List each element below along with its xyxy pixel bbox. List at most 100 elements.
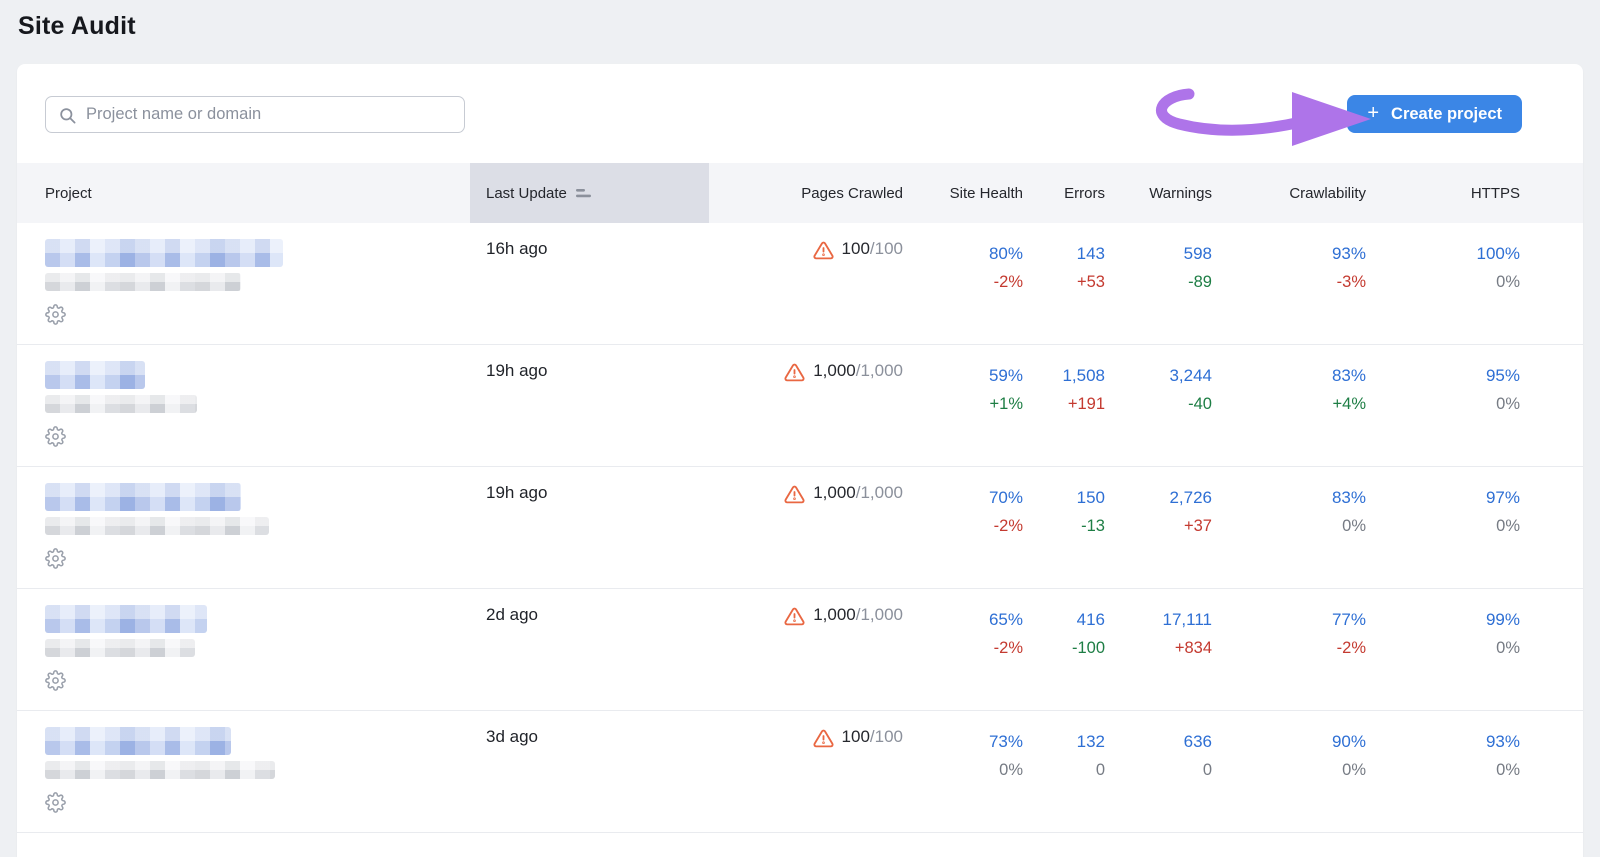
project-name-redacted[interactable] (45, 483, 241, 511)
site-health-value-link[interactable]: 80% (989, 239, 1023, 268)
column-header-warnings[interactable]: Warnings (1105, 163, 1212, 223)
crawlability-value-link[interactable]: 83% (1332, 483, 1366, 512)
https-delta: 0% (1496, 761, 1520, 779)
table-row: 3d ago 100/100 73% 0% 132 0 636 0 90% 0%… (17, 711, 1583, 833)
project-cell (17, 467, 470, 588)
warning-triangle-icon (813, 728, 834, 749)
crawlability-value-link[interactable]: 90% (1332, 727, 1366, 756)
project-settings-gear-icon[interactable] (45, 426, 66, 447)
project-name-redacted[interactable] (45, 239, 283, 267)
https-value-link[interactable]: 95% (1486, 361, 1520, 390)
pages-crawled-total: /1,000 (855, 605, 903, 624)
site-health-value-link[interactable]: 59% (989, 361, 1023, 390)
site-health-value-link[interactable]: 73% (989, 727, 1023, 756)
https-value-link[interactable]: 97% (1486, 483, 1520, 512)
warnings-value-link[interactable]: 3,244 (1169, 361, 1212, 390)
https-value-link[interactable]: 99% (1486, 605, 1520, 634)
site-health-cell: 73% 0% (903, 711, 1023, 832)
warning-triangle-icon (784, 362, 805, 383)
pages-crawled-value: 1,000 (813, 483, 856, 502)
crawlability-delta: -2% (1336, 639, 1366, 657)
https-delta: 0% (1496, 395, 1520, 413)
warnings-cell: 2,726 +37 (1105, 467, 1212, 588)
crawlability-cell: 93% -3% (1212, 223, 1366, 344)
errors-value-link[interactable]: 132 (1077, 727, 1105, 756)
https-value-link[interactable]: 100% (1477, 239, 1520, 268)
project-domain-redacted (45, 639, 195, 657)
table-row: 2d ago 1,000/1,000 65% -2% 416 -100 17,1… (17, 589, 1583, 711)
pages-crawled-total: /100 (869, 239, 903, 258)
warnings-value-link[interactable]: 17,111 (1163, 605, 1212, 634)
sort-icon (575, 189, 591, 198)
column-header-https[interactable]: HTTPS (1366, 163, 1520, 223)
crawlability-cell: 83% +4% (1212, 345, 1366, 466)
warning-triangle-icon (784, 606, 805, 627)
last-update-cell: 2d ago (470, 589, 709, 710)
errors-value-link[interactable]: 143 (1077, 239, 1105, 268)
column-header-last-update[interactable]: Last Update (470, 163, 709, 223)
project-settings-gear-icon[interactable] (45, 304, 66, 325)
project-domain-redacted (45, 517, 269, 535)
warnings-value-link[interactable]: 2,726 (1169, 483, 1212, 512)
errors-delta: -13 (1081, 517, 1105, 535)
site-health-cell: 80% -2% (903, 223, 1023, 344)
https-value-link[interactable]: 93% (1486, 727, 1520, 756)
crawlability-value-link[interactable]: 83% (1332, 361, 1366, 390)
toolbar: + Create project (17, 64, 1583, 163)
pages-crawled-total: /100 (869, 727, 903, 746)
pages-crawled-value: 1,000 (813, 605, 856, 624)
warnings-delta: -89 (1188, 273, 1212, 291)
pages-crawled-cell: 1,000/1,000 (709, 467, 903, 588)
crawlability-value-link[interactable]: 93% (1332, 239, 1366, 268)
project-name-redacted[interactable] (45, 605, 207, 633)
site-health-delta: +1% (989, 395, 1023, 413)
project-name-redacted[interactable] (45, 727, 231, 755)
warnings-value-link[interactable]: 598 (1184, 239, 1212, 268)
site-health-delta: -2% (993, 639, 1023, 657)
table-row: 19h ago 1,000/1,000 59% +1% 1,508 +191 3… (17, 345, 1583, 467)
search-input[interactable] (46, 97, 464, 132)
errors-cell: 416 -100 (1023, 589, 1105, 710)
site-health-value-link[interactable]: 70% (989, 483, 1023, 512)
https-cell: 93% 0% (1366, 711, 1520, 832)
errors-delta: +191 (1067, 395, 1105, 413)
warning-triangle-icon (813, 240, 834, 261)
crawlability-delta: 0% (1342, 517, 1366, 535)
project-cell (17, 345, 470, 466)
pages-crawled-value: 100 (841, 727, 870, 746)
project-settings-gear-icon[interactable] (45, 670, 66, 691)
pages-crawled-cell: 1,000/1,000 (709, 589, 903, 710)
table-header: Project Last Update Pages Crawled Site H… (17, 163, 1583, 223)
https-cell: 100% 0% (1366, 223, 1520, 344)
project-settings-gear-icon[interactable] (45, 792, 66, 813)
last-update-cell: 19h ago (470, 467, 709, 588)
errors-value-link[interactable]: 416 (1077, 605, 1105, 634)
create-project-button[interactable]: + Create project (1347, 95, 1522, 133)
project-name-redacted[interactable] (45, 361, 145, 389)
errors-value-link[interactable]: 150 (1077, 483, 1105, 512)
warning-triangle-icon (784, 484, 805, 505)
pages-crawled-value: 1,000 (813, 361, 856, 380)
https-cell: 95% 0% (1366, 345, 1520, 466)
site-health-delta: -2% (993, 273, 1023, 291)
warnings-value-link[interactable]: 636 (1184, 727, 1212, 756)
https-delta: 0% (1496, 639, 1520, 657)
column-header-pages-crawled[interactable]: Pages Crawled (709, 163, 903, 223)
project-settings-gear-icon[interactable] (45, 548, 66, 569)
column-header-project[interactable]: Project (17, 163, 470, 223)
project-domain-redacted (45, 395, 197, 413)
site-audit-page: Site Audit + Create project Project (0, 0, 1600, 857)
pages-crawled-total: /1,000 (855, 483, 903, 502)
site-health-value-link[interactable]: 65% (989, 605, 1023, 634)
column-header-errors[interactable]: Errors (1023, 163, 1105, 223)
last-update-cell: 19h ago (470, 345, 709, 466)
project-domain-redacted (45, 761, 275, 779)
pages-crawled-value: 100 (841, 239, 870, 258)
column-header-crawlability[interactable]: Crawlability (1212, 163, 1366, 223)
column-header-site-health[interactable]: Site Health (903, 163, 1023, 223)
crawlability-value-link[interactable]: 77% (1332, 605, 1366, 634)
site-health-cell: 59% +1% (903, 345, 1023, 466)
last-update-value: 3d ago (486, 727, 538, 746)
errors-value-link[interactable]: 1,508 (1062, 361, 1105, 390)
project-cell (17, 589, 470, 710)
